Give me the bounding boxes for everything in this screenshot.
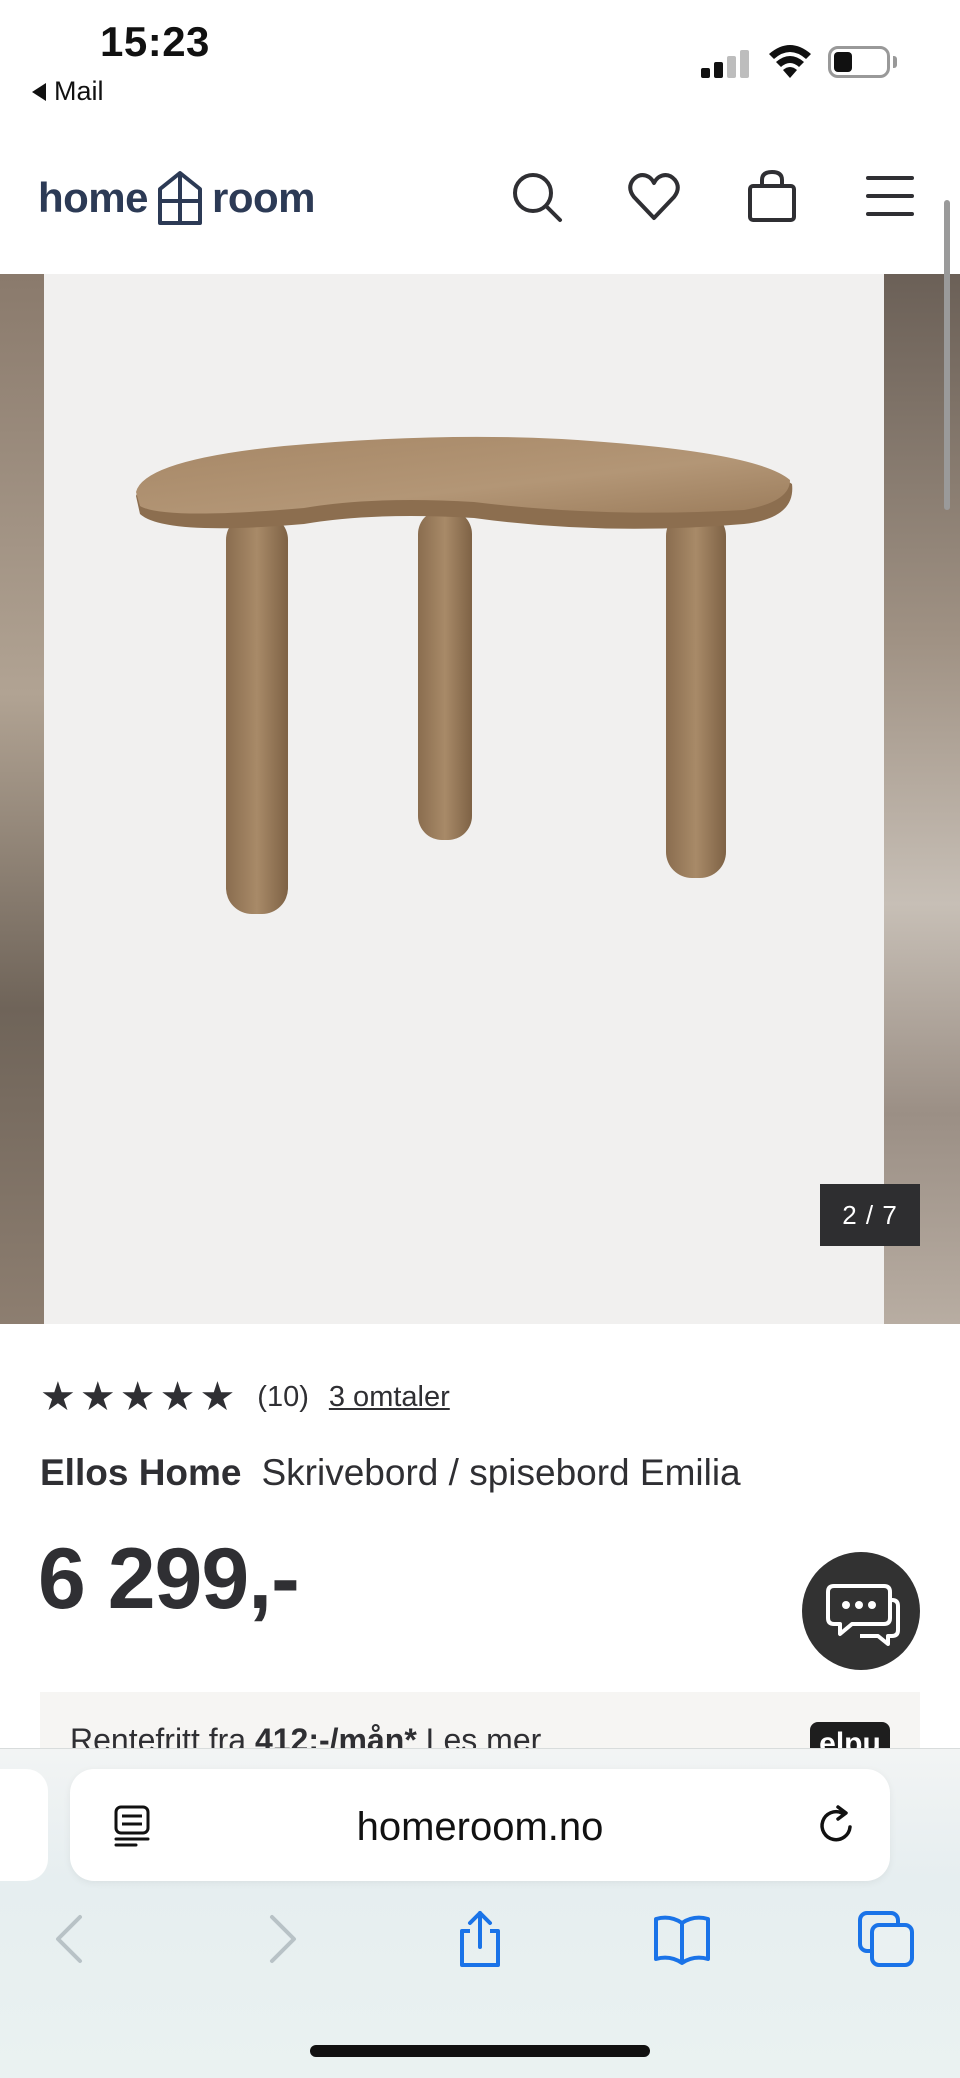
bookmarks-icon[interactable] [652,1909,712,1969]
star-icon: ★ [159,1375,196,1419]
star-rating: ★ ★ ★ ★ ★ [40,1377,235,1417]
shopping-bag-icon[interactable] [744,168,800,224]
status-bar: 15:23 Mail [0,0,960,130]
gallery-previous-image[interactable] [0,274,44,1324]
battery-cap [893,56,897,68]
back-triangle-icon [32,82,46,101]
star-icon: ★ [79,1375,116,1419]
battery-icon [828,46,890,78]
house-logo-icon [158,171,203,225]
forward-chevron-icon[interactable] [250,1909,310,1969]
heart-icon[interactable] [626,168,682,224]
browser-toolbar: homeroom.no [0,1748,960,2078]
star-icon: ★ [199,1375,236,1419]
reviews-link[interactable]: 3 omtaler [329,1381,450,1414]
logo-text-home: home [38,174,149,221]
search-icon[interactable] [508,168,564,224]
rating-count: (10) [257,1380,309,1413]
page-scrollbar[interactable] [944,200,950,510]
battery-level [834,52,852,72]
previous-tab-preview[interactable] [0,1769,48,1881]
chat-bubbles-icon [826,1584,900,1646]
cellular-signal-icon [701,48,751,78]
product-price: 6 299,- [38,1531,300,1627]
star-icon: ★ [119,1375,156,1419]
reload-icon[interactable] [812,1801,860,1849]
menu-icon[interactable] [862,168,918,224]
back-to-app-button[interactable]: Mail [32,76,104,107]
financing-box[interactable]: Rentefritt fra 412:-/mån* Les mer elpu [40,1692,920,1752]
gallery-current-image[interactable] [44,274,884,1324]
product-image-gallery[interactable]: 2 / 7 [0,274,960,1324]
share-icon[interactable] [450,1909,510,1969]
desk-product-image [136,436,793,914]
url-text: homeroom.no [356,1805,604,1849]
product-brand[interactable]: Ellos Home [40,1452,242,1493]
home-indicator [310,2045,650,2057]
status-time: 15:23 [100,18,210,65]
homeroom-logo[interactable]: home room [38,168,316,228]
site-header: home room [0,130,960,274]
logo-text-room: room [212,174,316,221]
back-chevron-icon[interactable] [42,1909,102,1969]
wifi-icon [769,45,811,78]
product-title: Ellos Home Skrivebord / spisebord Emilia [40,1452,741,1494]
image-counter: 2 / 7 [820,1184,920,1246]
rating-row: ★ ★ ★ ★ ★ (10) 3 omtaler [40,1372,450,1422]
star-icon: ★ [40,1375,76,1419]
chat-button[interactable] [802,1552,920,1670]
product-name: Skrivebord / spisebord Emilia [261,1452,741,1493]
address-bar[interactable]: homeroom.no [70,1769,890,1881]
tabs-icon[interactable] [856,1909,916,1969]
back-app-label: Mail [54,76,104,106]
